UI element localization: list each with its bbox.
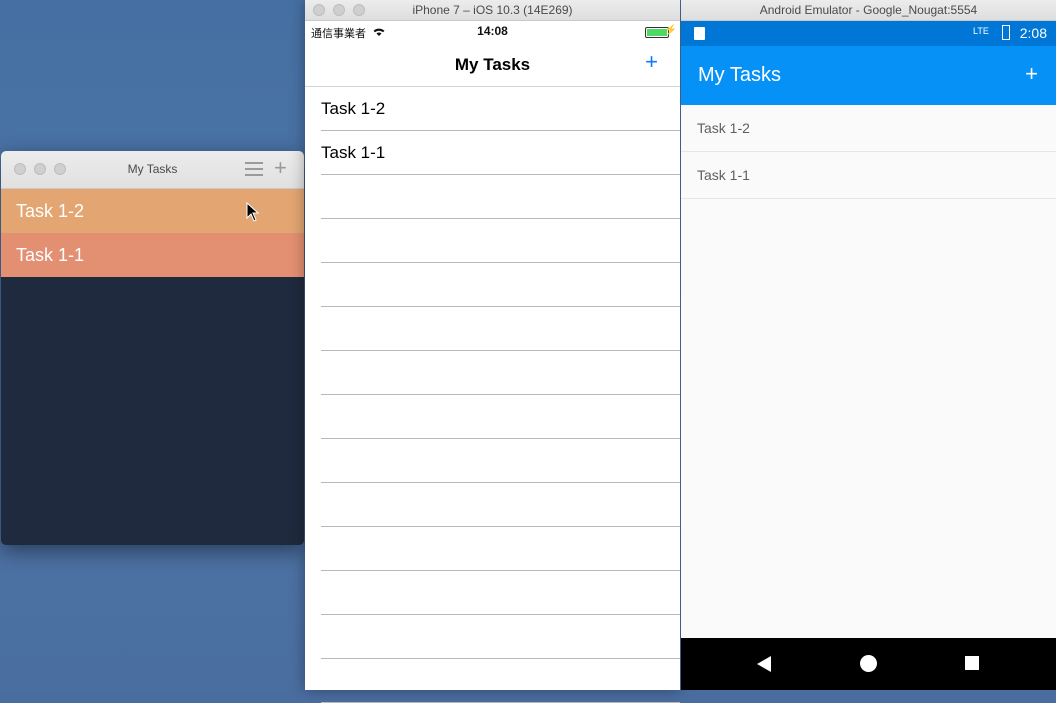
ios-status-bar: 通信事業者 14:08 ⚡ [305, 21, 680, 42]
ios-simulator-window: iPhone 7 – iOS 10.3 (14E269) 通信事業者 14:08… [305, 0, 680, 703]
task-row[interactable]: Task 1-1 [681, 152, 1056, 199]
plus-icon[interactable]: + [274, 157, 287, 179]
empty-row [321, 659, 680, 703]
recents-icon[interactable] [965, 656, 979, 670]
task-label: Task 1-1 [321, 142, 386, 162]
ios-navigation-bar: My Tasks + [305, 42, 680, 87]
back-icon[interactable] [757, 656, 771, 672]
android-app-title: My Tasks [698, 64, 781, 86]
android-app-bar: My Tasks + [681, 46, 1056, 105]
add-task-button[interactable]: + [1025, 63, 1038, 85]
task-row[interactable]: Task 1-2 [681, 105, 1056, 152]
task-row[interactable]: Task 1-1 [1, 233, 304, 277]
mac-title-bar[interactable]: My Tasks + [1, 151, 304, 189]
android-navigation-bar [681, 638, 1056, 690]
task-label: Task 1-1 [697, 167, 750, 183]
empty-row [321, 307, 680, 351]
android-clock: 2:08 [1019, 25, 1047, 41]
empty-row [321, 351, 680, 395]
ios-task-list: Task 1-2 Task 1-1 [305, 87, 680, 703]
ios-simulator-title: iPhone 7 – iOS 10.3 (14E269) [412, 3, 573, 17]
task-row[interactable]: Task 1-2 [321, 87, 680, 131]
task-label: Task 1-2 [321, 98, 386, 118]
lte-signal-icon: LTE [973, 26, 989, 36]
hamburger-menu-icon[interactable] [245, 162, 263, 176]
task-label: Task 1-2 [697, 120, 750, 136]
empty-row [321, 615, 680, 659]
android-status-bar: LTE 2:08 [681, 21, 1056, 46]
charging-icon: ⚡ [664, 25, 677, 36]
android-emulator-title: Android Emulator - Google_Nougat:5554 [759, 3, 978, 17]
android-emulator-window: Android Emulator - Google_Nougat:5554 LT… [681, 0, 1056, 690]
ios-nav-title: My Tasks [454, 55, 531, 74]
sd-card-icon [694, 27, 705, 40]
task-row[interactable]: Task 1-1 [321, 131, 680, 175]
task-label: Task 1-1 [16, 244, 85, 265]
add-task-button[interactable]: + [645, 51, 658, 73]
battery-icon [1002, 25, 1010, 40]
empty-row [321, 439, 680, 483]
android-emulator-title-bar[interactable]: Android Emulator - Google_Nougat:5554 [681, 0, 1056, 21]
ios-simulator-title-bar[interactable]: iPhone 7 – iOS 10.3 (14E269) [305, 0, 680, 21]
empty-row [321, 219, 680, 263]
empty-row [321, 483, 680, 527]
empty-row [321, 263, 680, 307]
mouse-pointer-icon [246, 202, 260, 222]
ios-clock: 14:08 [477, 24, 508, 38]
empty-row [321, 527, 680, 571]
empty-row [321, 395, 680, 439]
task-label: Task 1-2 [16, 200, 85, 221]
home-icon[interactable] [860, 655, 877, 672]
empty-row [321, 571, 680, 615]
empty-row [321, 175, 680, 219]
